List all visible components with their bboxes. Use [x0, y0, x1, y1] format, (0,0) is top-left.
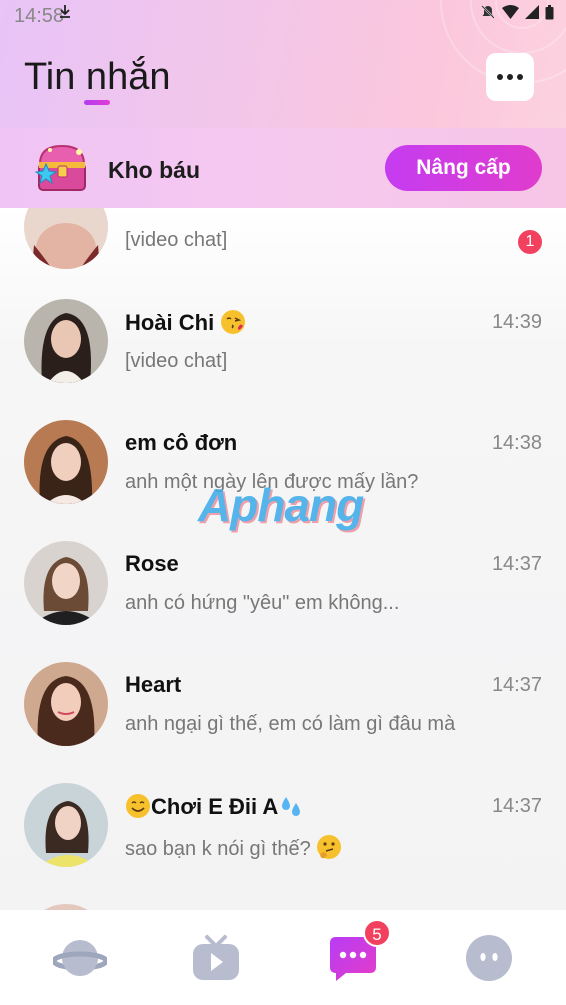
nav-discover-button[interactable]	[51, 933, 109, 983]
treasure-chest-icon	[34, 144, 86, 191]
profile-face-icon	[466, 935, 512, 981]
signal-icon	[525, 5, 539, 19]
conversation-message: [video chat]	[125, 350, 228, 372]
avatar	[24, 208, 108, 269]
conversation-name-text: Chơi E Đii A	[151, 794, 279, 819]
header: 14:58 Tin nhắn Kho báu Nâng cấp	[0, 0, 566, 208]
avatar	[24, 420, 108, 504]
conversation-name: Hoài Chi	[125, 309, 246, 336]
conversation-message-text: sao bạn k nói gì thế?	[125, 838, 311, 860]
conversation-name: Rose	[125, 551, 179, 576]
conversation-row[interactable]	[0, 893, 566, 910]
planet-icon	[51, 940, 109, 976]
avatar	[24, 783, 108, 867]
conversation-name: Heart	[125, 672, 182, 697]
avatar	[24, 299, 108, 383]
nav-profile-button[interactable]	[464, 933, 514, 983]
page-title: Tin nhắn	[24, 56, 171, 98]
thinking-face-emoji-icon	[317, 835, 342, 859]
wifi-icon	[502, 5, 519, 19]
more-options-button[interactable]	[486, 53, 534, 101]
watermark: Aphang	[198, 479, 364, 531]
conversation-name-text: Hoài Chi	[125, 310, 215, 335]
upgrade-button[interactable]: Nâng cấp	[385, 145, 542, 191]
bottom-navigation	[0, 910, 566, 1005]
download-icon	[60, 5, 70, 18]
conversation-row[interactable]: Rose 14:37 anh có hứng "yêu" em không...	[0, 530, 566, 651]
nav-video-button[interactable]	[191, 933, 241, 983]
conversation-name: Chơi E Đii A	[125, 793, 304, 820]
treasure-banner[interactable]: Kho báu Nâng cấp	[0, 128, 566, 208]
messages-count-badge: 5	[363, 919, 391, 947]
conversation-time: 14:37	[491, 674, 542, 696]
conversation-time: 14:37	[491, 553, 542, 575]
conversation-name: em cô đơn	[125, 430, 238, 455]
mute-icon	[481, 5, 495, 19]
conversation-time: 14:37	[491, 795, 542, 817]
title-underline	[84, 100, 110, 105]
smiling-face-emoji-icon	[126, 794, 150, 818]
treasure-label: Kho báu	[108, 157, 200, 183]
conversation-list[interactable]: [video chat] 1 Hoài Chi 14:39 [video cha…	[0, 208, 566, 910]
more-dot-icon	[497, 74, 503, 80]
conversation-time: 14:38	[491, 432, 542, 454]
status-bar: 14:58	[0, 0, 566, 27]
more-dot-icon	[517, 74, 523, 80]
avatar	[24, 662, 108, 746]
conversation-row[interactable]: [video chat] 1	[0, 208, 566, 288]
more-dot-icon	[507, 74, 513, 80]
conversation-time: 14:39	[491, 311, 542, 333]
conversation-message: anh có hứng "yêu" em không...	[125, 592, 400, 614]
tv-play-icon	[193, 935, 239, 980]
conversation-row[interactable]: Chơi E Đii A 14:37 sao bạn k nói gì thế?	[0, 772, 566, 893]
unread-badge: 1	[518, 230, 542, 254]
conversation-message: sao bạn k nói gì thế?	[125, 834, 342, 861]
conversation-message: [video chat]	[125, 229, 228, 251]
conversation-row[interactable]: Hoài Chi 14:39 [video chat]	[0, 288, 566, 409]
avatar	[24, 541, 108, 625]
sweat-droplets-emoji-icon	[282, 797, 301, 816]
battery-icon	[545, 4, 554, 19]
kissing-face-emoji-icon	[221, 310, 246, 334]
status-time: 14:58	[14, 5, 65, 27]
conversation-message: anh ngại gì thế, em có làm gì đâu mà	[125, 713, 456, 735]
conversation-row[interactable]: Heart 14:37 anh ngại gì thế, em có làm g…	[0, 651, 566, 772]
